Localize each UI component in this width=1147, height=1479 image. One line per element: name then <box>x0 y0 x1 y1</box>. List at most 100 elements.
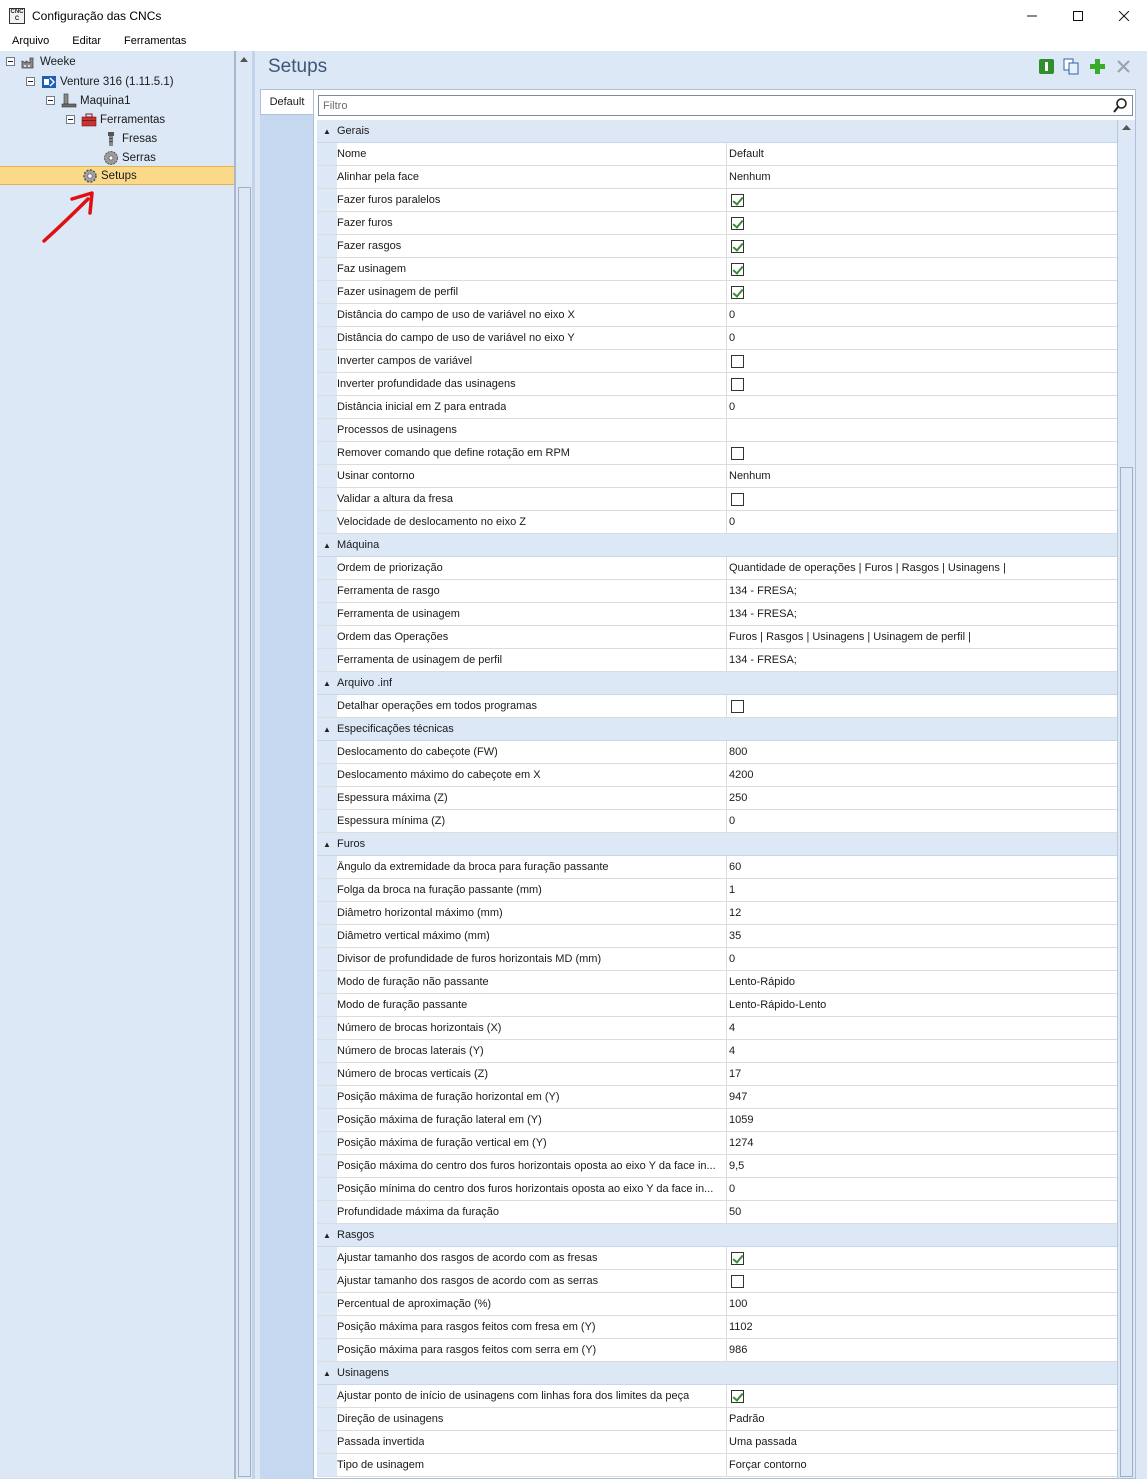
tree-item-maquina1[interactable]: Maquina1 <box>46 91 131 110</box>
property-row[interactable]: Posição mínima do centro dos furos horiz… <box>317 1178 1117 1201</box>
checkbox-checked[interactable] <box>731 193 744 207</box>
property-value[interactable] <box>727 695 1117 717</box>
category-row[interactable]: ▲ Usinagens <box>317 1362 1117 1385</box>
property-row[interactable]: Percentual de aproximação (%) 100 <box>317 1293 1117 1316</box>
collapse-toggle[interactable] <box>26 77 35 86</box>
property-row[interactable]: Distância do campo de uso de variável no… <box>317 304 1117 327</box>
property-row[interactable]: Posição máxima de furação vertical em (Y… <box>317 1132 1117 1155</box>
property-row[interactable]: Fazer usinagem de perfil <box>317 281 1117 304</box>
property-row[interactable]: Folga da broca na furação passante (mm) 1 <box>317 879 1117 902</box>
checkbox-checked[interactable] <box>731 285 744 299</box>
property-value[interactable]: Padrão <box>727 1408 1117 1430</box>
property-value[interactable]: 0 <box>727 948 1117 970</box>
property-value[interactable]: 986 <box>727 1339 1117 1361</box>
property-value[interactable]: Furos | Rasgos | Usinagens | Usinagem de… <box>727 626 1117 648</box>
property-value[interactable] <box>727 350 1117 372</box>
property-row[interactable]: Ajustar tamanho dos rasgos de acordo com… <box>317 1270 1117 1293</box>
tree-item-weeke[interactable]: Weeke <box>6 52 76 71</box>
property-value[interactable]: 50 <box>727 1201 1117 1223</box>
property-value[interactable]: 4 <box>727 1040 1117 1062</box>
property-row[interactable]: Posição máxima para rasgos feitos com fr… <box>317 1316 1117 1339</box>
chevron-up-icon[interactable]: ▲ <box>317 127 337 136</box>
property-row[interactable]: Ferramenta de rasgo 134 - FRESA; <box>317 580 1117 603</box>
property-value[interactable]: 250 <box>727 787 1117 809</box>
property-row[interactable]: Diâmetro vertical máximo (mm) 35 <box>317 925 1117 948</box>
property-row[interactable]: Posição máxima para rasgos feitos com se… <box>317 1339 1117 1362</box>
property-value[interactable] <box>727 1270 1117 1292</box>
property-value[interactable] <box>727 488 1117 510</box>
property-row[interactable]: Ordem de priorização Quantidade de operaç… <box>317 557 1117 580</box>
collapse-toggle[interactable] <box>6 57 15 66</box>
property-value[interactable]: 0 <box>727 511 1117 533</box>
property-value[interactable]: 100 <box>727 1293 1117 1315</box>
property-value[interactable]: Nenhum <box>727 166 1117 188</box>
property-value[interactable]: Lento-Rápido-Lento <box>727 994 1117 1016</box>
checkbox-unchecked[interactable] <box>731 492 744 506</box>
delete-icon[interactable] <box>1115 58 1132 75</box>
property-row[interactable]: Posição máxima do centro dos furos horiz… <box>317 1155 1117 1178</box>
property-row[interactable]: Alinhar pela face Nenhum <box>317 166 1117 189</box>
property-value[interactable] <box>727 1385 1117 1407</box>
scrollbar-thumb[interactable] <box>1120 467 1133 1477</box>
property-row[interactable]: Usinar contorno Nenhum <box>317 465 1117 488</box>
property-row[interactable]: Nome Default <box>317 143 1117 166</box>
property-value[interactable] <box>727 235 1117 257</box>
tree-item-venture[interactable]: Venture 316 (1.11.5.1) <box>26 72 174 91</box>
property-value[interactable]: 4200 <box>727 764 1117 786</box>
property-value[interactable]: 1102 <box>727 1316 1117 1338</box>
search-icon[interactable] <box>1112 97 1129 114</box>
chevron-up-icon[interactable]: ▲ <box>317 840 337 849</box>
property-row[interactable]: Ajustar ponto de início de usinagens com… <box>317 1385 1117 1408</box>
property-value[interactable] <box>727 212 1117 234</box>
property-row[interactable]: Inverter campos de variável <box>317 350 1117 373</box>
property-value[interactable]: Default <box>727 143 1117 165</box>
property-value[interactable]: 1 <box>727 879 1117 901</box>
property-row[interactable]: Faz usinagem <box>317 258 1117 281</box>
close-button[interactable] <box>1101 0 1147 31</box>
property-row[interactable]: Inverter profundidade das usinagens <box>317 373 1117 396</box>
tree-scrollbar[interactable] <box>235 51 252 1479</box>
category-row[interactable]: ▲ Furos <box>317 833 1117 856</box>
category-row[interactable]: ▲ Gerais <box>317 120 1117 143</box>
tree-item-ferramentas[interactable]: Ferramentas <box>66 110 165 129</box>
category-row[interactable]: ▲ Especificações técnicas <box>317 718 1117 741</box>
property-row[interactable]: Modo de furação não passante Lento-Rápido <box>317 971 1117 994</box>
property-row[interactable]: Fazer furos <box>317 212 1117 235</box>
copy-icon[interactable] <box>1063 58 1080 75</box>
property-row[interactable]: Detalhar operações em todos programas <box>317 695 1117 718</box>
property-row[interactable]: Fazer rasgos <box>317 235 1117 258</box>
property-row[interactable]: Ângulo da extremidade da broca para fura… <box>317 856 1117 879</box>
menu-editar[interactable]: Editar <box>60 35 112 47</box>
tree-item-serras[interactable]: Serras <box>103 148 156 167</box>
property-value[interactable]: 0 <box>727 304 1117 326</box>
tab-default[interactable]: Default <box>260 89 313 115</box>
property-value[interactable]: 134 - FRESA; <box>727 649 1117 671</box>
property-row[interactable]: Ajustar tamanho dos rasgos de acordo com… <box>317 1247 1117 1270</box>
property-row[interactable]: Divisor de profundidade de furos horizon… <box>317 948 1117 971</box>
add-icon[interactable] <box>1089 58 1106 75</box>
property-row[interactable]: Número de brocas verticais (Z) 17 <box>317 1063 1117 1086</box>
chevron-up-icon[interactable]: ▲ <box>317 1231 337 1240</box>
property-value[interactable]: Forçar contorno <box>727 1454 1117 1476</box>
property-value[interactable]: 0 <box>727 327 1117 349</box>
checkbox-unchecked[interactable] <box>731 1274 744 1288</box>
category-row[interactable]: ▲ Máquina <box>317 534 1117 557</box>
checkbox-checked[interactable] <box>731 262 744 276</box>
property-row[interactable]: Ferramenta de usinagem 134 - FRESA; <box>317 603 1117 626</box>
property-row[interactable]: Número de brocas laterais (Y) 4 <box>317 1040 1117 1063</box>
property-value[interactable] <box>727 189 1117 211</box>
property-value[interactable]: 134 - FRESA; <box>727 580 1117 602</box>
tree-item-fresas[interactable]: Fresas <box>103 129 157 148</box>
filter-input[interactable] <box>319 96 1109 115</box>
property-row[interactable]: Distância do campo de uso de variável no… <box>317 327 1117 350</box>
checkbox-unchecked[interactable] <box>731 354 744 368</box>
property-row[interactable]: Número de brocas horizontais (X) 4 <box>317 1017 1117 1040</box>
property-row[interactable]: Processos de usinagens <box>317 419 1117 442</box>
scroll-up-arrow-icon[interactable] <box>240 56 248 62</box>
property-value[interactable]: 9,5 <box>727 1155 1117 1177</box>
property-row[interactable]: Validar a altura da fresa <box>317 488 1117 511</box>
property-value[interactable]: 12 <box>727 902 1117 924</box>
property-value[interactable]: 1059 <box>727 1109 1117 1131</box>
property-value[interactable]: 17 <box>727 1063 1117 1085</box>
scrollbar-thumb[interactable] <box>238 187 251 1477</box>
